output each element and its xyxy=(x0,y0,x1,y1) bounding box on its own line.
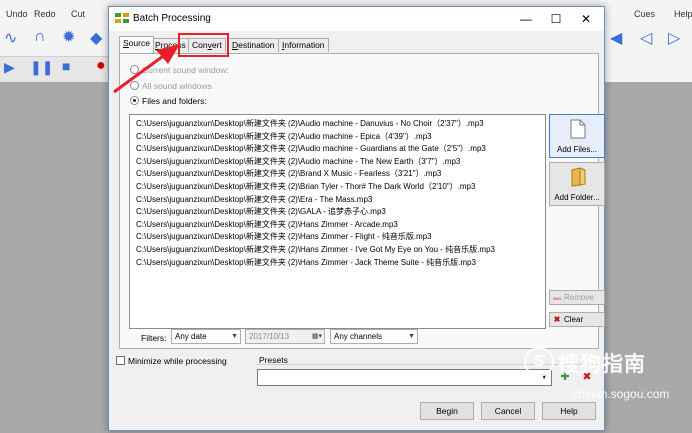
checkbox-box[interactable] xyxy=(116,356,125,365)
pause-icon[interactable]: ❚❚ xyxy=(30,59,53,76)
add-folder-button[interactable]: Add Folder... xyxy=(549,162,605,206)
stop-icon[interactable]: ■ xyxy=(62,58,70,74)
watermark-url: zhinan.sogou.com xyxy=(572,387,670,401)
gear-icon[interactable]: ✹ xyxy=(62,27,75,47)
redo-label: Redo xyxy=(34,9,56,19)
cues-tab[interactable]: Cues xyxy=(634,0,655,22)
chevron-down-icon: ▼ xyxy=(408,333,415,340)
list-item[interactable]: C:\Users\juguanzixun\Desktop\新建文件夹 (2)\G… xyxy=(136,206,545,219)
minimize-window-button[interactable]: — xyxy=(513,9,539,29)
background-right-toolbar: Cues Help ◀ ◁ ▷ xyxy=(600,0,692,82)
speaker-icon[interactable]: ◁ xyxy=(640,28,652,48)
chevron-down-icon: ▼ xyxy=(231,333,238,340)
list-item[interactable]: C:\Users\juguanzixun\Desktop\新建文件夹 (2)\E… xyxy=(136,194,545,207)
undo-label: Undo xyxy=(6,9,28,19)
file-list[interactable]: C:\Users\juguanzixun\Desktop\新建文件夹 (2)\A… xyxy=(129,114,546,329)
list-item[interactable]: C:\Users\juguanzixun\Desktop\新建文件夹 (2)\A… xyxy=(136,156,545,169)
watermark-name: 搜狗指南 xyxy=(558,353,646,376)
list-item[interactable]: C:\Users\juguanzixun\Desktop\新建文件夹 (2)\H… xyxy=(136,257,545,270)
loop-icon[interactable]: ∩ xyxy=(34,28,46,46)
channels-filter-select[interactable]: Any channels ▼ xyxy=(330,329,418,344)
tab-source[interactable]: Source xyxy=(119,36,154,53)
calendar-icon: ▦▾ xyxy=(311,333,322,340)
document-icon xyxy=(570,119,586,139)
tab-destination[interactable]: Destination xyxy=(228,38,279,52)
list-item[interactable]: C:\Users\juguanzixun\Desktop\新建文件夹 (2)\A… xyxy=(136,118,545,131)
close-window-button[interactable]: ✕ xyxy=(573,9,599,29)
dialog-title: Batch Processing xyxy=(133,13,211,24)
begin-button[interactable]: Begin xyxy=(420,402,474,420)
waveform-icon[interactable]: ∿ xyxy=(4,28,17,48)
presets-select[interactable]: ▼ xyxy=(257,369,552,386)
play-icon[interactable]: ▶ xyxy=(4,59,15,76)
sogou-watermark: S 搜狗指南 zhinan.sogou.com xyxy=(522,343,692,403)
batch-processing-icon xyxy=(115,13,129,23)
tab-information[interactable]: Information xyxy=(278,38,329,52)
remove-icon: ▬ xyxy=(553,293,561,302)
clear-button[interactable]: ✖ Clear xyxy=(549,312,605,327)
list-item[interactable]: C:\Users\juguanzixun\Desktop\新建文件夹 (2)\H… xyxy=(136,219,545,232)
help-tab[interactable]: Help xyxy=(674,0,692,22)
add-files-button[interactable]: Add Files... xyxy=(549,114,605,158)
clear-x-icon: ✖ xyxy=(553,315,561,324)
minimize-while-processing-checkbox[interactable]: Minimize while processing xyxy=(116,356,227,366)
source-tab-panel: Current sound window: All sound windows … xyxy=(119,53,605,349)
list-item[interactable]: C:\Users\juguanzixun\Desktop\新建文件夹 (2)\B… xyxy=(136,181,545,194)
filters-label: Filters: xyxy=(141,333,167,343)
cancel-button[interactable]: Cancel xyxy=(481,402,535,420)
list-item[interactable]: C:\Users\juguanzixun\Desktop\新建文件夹 (2)\H… xyxy=(136,231,545,244)
remove-button[interactable]: ▬ Remove xyxy=(549,290,605,305)
dialog-titlebar[interactable]: Batch Processing — ☐ ✕ xyxy=(109,7,604,31)
sogou-logo-icon: S xyxy=(524,347,554,377)
list-item[interactable]: C:\Users\juguanzixun\Desktop\新建文件夹 (2)\A… xyxy=(136,143,545,156)
maximize-window-button[interactable]: ☐ xyxy=(543,9,569,29)
date-value-field[interactable]: 2017/10/13 ▦▾ xyxy=(245,329,325,344)
speaker-left-icon[interactable]: ◀ xyxy=(610,28,622,48)
speaker-right-icon[interactable]: ▷ xyxy=(668,28,680,48)
folder-icon xyxy=(571,167,586,187)
help-button[interactable]: Help xyxy=(542,402,596,420)
list-item[interactable]: C:\Users\juguanzixun\Desktop\新建文件夹 (2)\B… xyxy=(136,168,545,181)
date-filter-select[interactable]: Any date ▼ xyxy=(171,329,241,344)
cut-label: Cut xyxy=(71,9,86,19)
list-item[interactable]: C:\Users\juguanzixun\Desktop\新建文件夹 (2)\A… xyxy=(136,131,545,144)
list-item[interactable]: C:\Users\juguanzixun\Desktop\新建文件夹 (2)\H… xyxy=(136,244,545,257)
